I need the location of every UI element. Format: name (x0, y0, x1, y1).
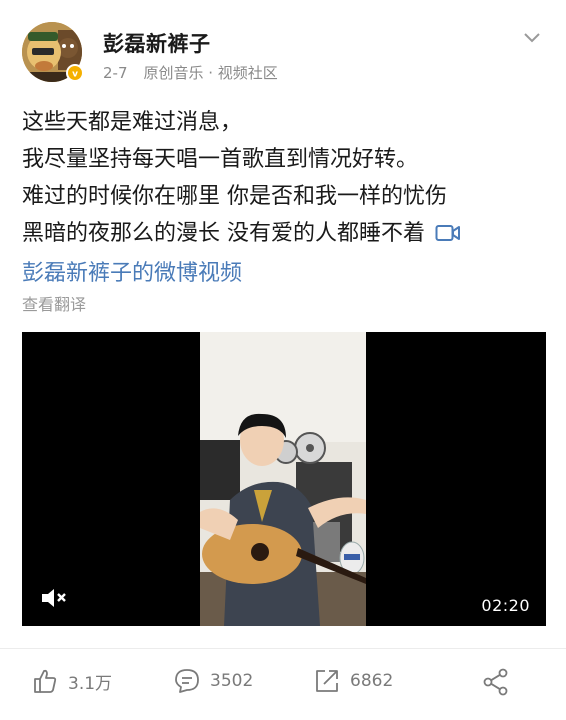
repost-button[interactable]: 6862 (314, 668, 393, 694)
post-source: 原创音乐 · 视频社区 (143, 64, 278, 82)
text-line: 黑暗的夜那么的漫长 没有爱的人都睡不着 (22, 221, 425, 246)
video-camera-icon[interactable] (435, 218, 461, 255)
footer-divider (0, 648, 566, 649)
svg-text:v: v (72, 70, 78, 79)
post-text: 这些天都是难过消息， 我尽量坚持每天唱一首歌直到情况好转。 难过的时候你在哪里 … (22, 104, 552, 292)
repost-count: 6862 (350, 671, 394, 691)
comment-button[interactable]: 3502 (174, 668, 253, 694)
text-line-with-video-icon: 黑暗的夜那么的漫长 没有爱的人都睡不着 (22, 215, 552, 255)
thumbs-up-icon (34, 669, 57, 693)
video-player[interactable]: 02:20 (22, 332, 546, 626)
text-line: 这些天都是难过消息， (22, 110, 243, 135)
verified-badge-icon: v (66, 64, 84, 82)
weibo-post: v 彭磊新裤子 2-7 原创音乐 · 视频社区 这些天都是难过消息， 我尽量坚持每… (0, 0, 566, 720)
video-link[interactable]: 彭磊新裤子的微博视频 (22, 255, 552, 292)
chevron-down-icon[interactable] (522, 30, 542, 44)
repost-icon (316, 670, 338, 692)
author-name[interactable]: 彭磊新裤子 (103, 28, 211, 58)
translate-link[interactable]: 查看翻译 (22, 291, 86, 315)
post-meta: 2-7 原创音乐 · 视频社区 (103, 62, 278, 83)
share-icon[interactable] (482, 668, 510, 700)
text-line: 我尽量坚持每天唱一首歌直到情况好转。 (22, 147, 419, 172)
video-duration: 02:20 (481, 596, 530, 615)
comment-count: 3502 (210, 671, 254, 691)
like-count: 3.1万 (68, 673, 113, 694)
like-button[interactable]: 3.1万 (32, 668, 112, 694)
text-line: 难过的时候你在哪里 你是否和我一样的忧伤 (22, 184, 447, 209)
video-frame (200, 332, 366, 626)
post-date: 2-7 (103, 64, 128, 82)
comment-bubble-icon (175, 669, 199, 693)
muted-speaker-icon[interactable] (40, 586, 68, 614)
